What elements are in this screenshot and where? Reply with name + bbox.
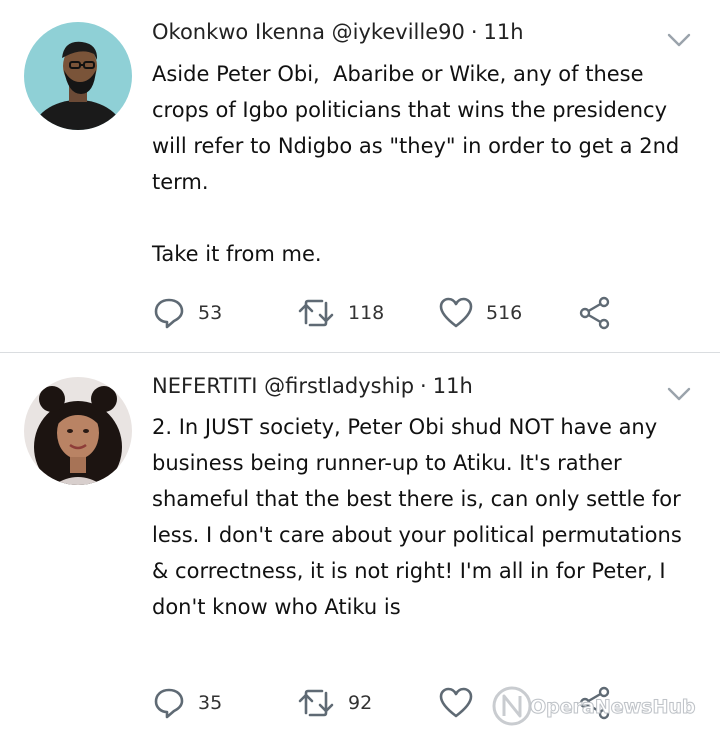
- reply-count: 53: [198, 302, 223, 324]
- chevron-down-icon[interactable]: [666, 386, 692, 402]
- share-button[interactable]: [578, 293, 612, 333]
- like-icon: [439, 297, 473, 328]
- watermark-logo-icon: [492, 686, 532, 726]
- like-icon: [439, 687, 473, 718]
- author-name[interactable]: Okonkwo Ikenna: [152, 20, 325, 44]
- tweet-text: Aside Peter Obi, Abaribe or Wike, any of…: [152, 62, 680, 266]
- reply-icon: [154, 298, 184, 329]
- separator-dot: ·: [470, 20, 478, 44]
- retweet-button[interactable]: 118: [296, 293, 384, 333]
- tweet-time[interactable]: 11h: [433, 374, 473, 398]
- reply-count: 35: [198, 692, 223, 714]
- separator-dot: ·: [420, 374, 427, 398]
- author-handle[interactable]: @iykeville90: [332, 20, 465, 44]
- retweet-count: 118: [348, 302, 385, 324]
- retweet-button[interactable]: 92: [296, 683, 372, 723]
- avatar[interactable]: [24, 22, 132, 130]
- author-handle[interactable]: @firstladyship: [264, 374, 414, 398]
- share-icon: [579, 296, 610, 330]
- author-name[interactable]: NEFERTITI: [152, 374, 257, 398]
- watermark: OperaNewsHub: [530, 696, 697, 719]
- retweet-icon: [298, 689, 334, 717]
- reply-icon: [154, 688, 184, 719]
- retweet-icon: [298, 299, 334, 327]
- reply-button[interactable]: 35: [152, 683, 222, 723]
- avatar[interactable]: [24, 377, 132, 485]
- tweet-text: 2. In JUST society, Peter Obi shud NOT h…: [152, 415, 689, 619]
- like-count: 516: [486, 302, 523, 324]
- retweet-count: 92: [348, 692, 373, 714]
- tweet-header: NEFERTITI @firstladyship · 11h: [152, 374, 473, 398]
- like-button[interactable]: [438, 683, 474, 723]
- tweet-time[interactable]: 11h: [484, 20, 524, 44]
- tweet-2[interactable]: NEFERTITI @firstladyship · 11h 2. In JUST …: [0, 353, 720, 754]
- tweet-1[interactable]: Okonkwo Ikenna @iykeville90 · 11h Aside Pe…: [0, 0, 720, 352]
- reply-button[interactable]: 53: [152, 293, 222, 333]
- like-button[interactable]: 516: [438, 293, 522, 333]
- tweet-actions: 53 118 516: [152, 293, 672, 333]
- tweet-header: Okonkwo Ikenna @iykeville90 · 11h: [152, 20, 524, 44]
- chevron-down-icon[interactable]: [666, 32, 692, 48]
